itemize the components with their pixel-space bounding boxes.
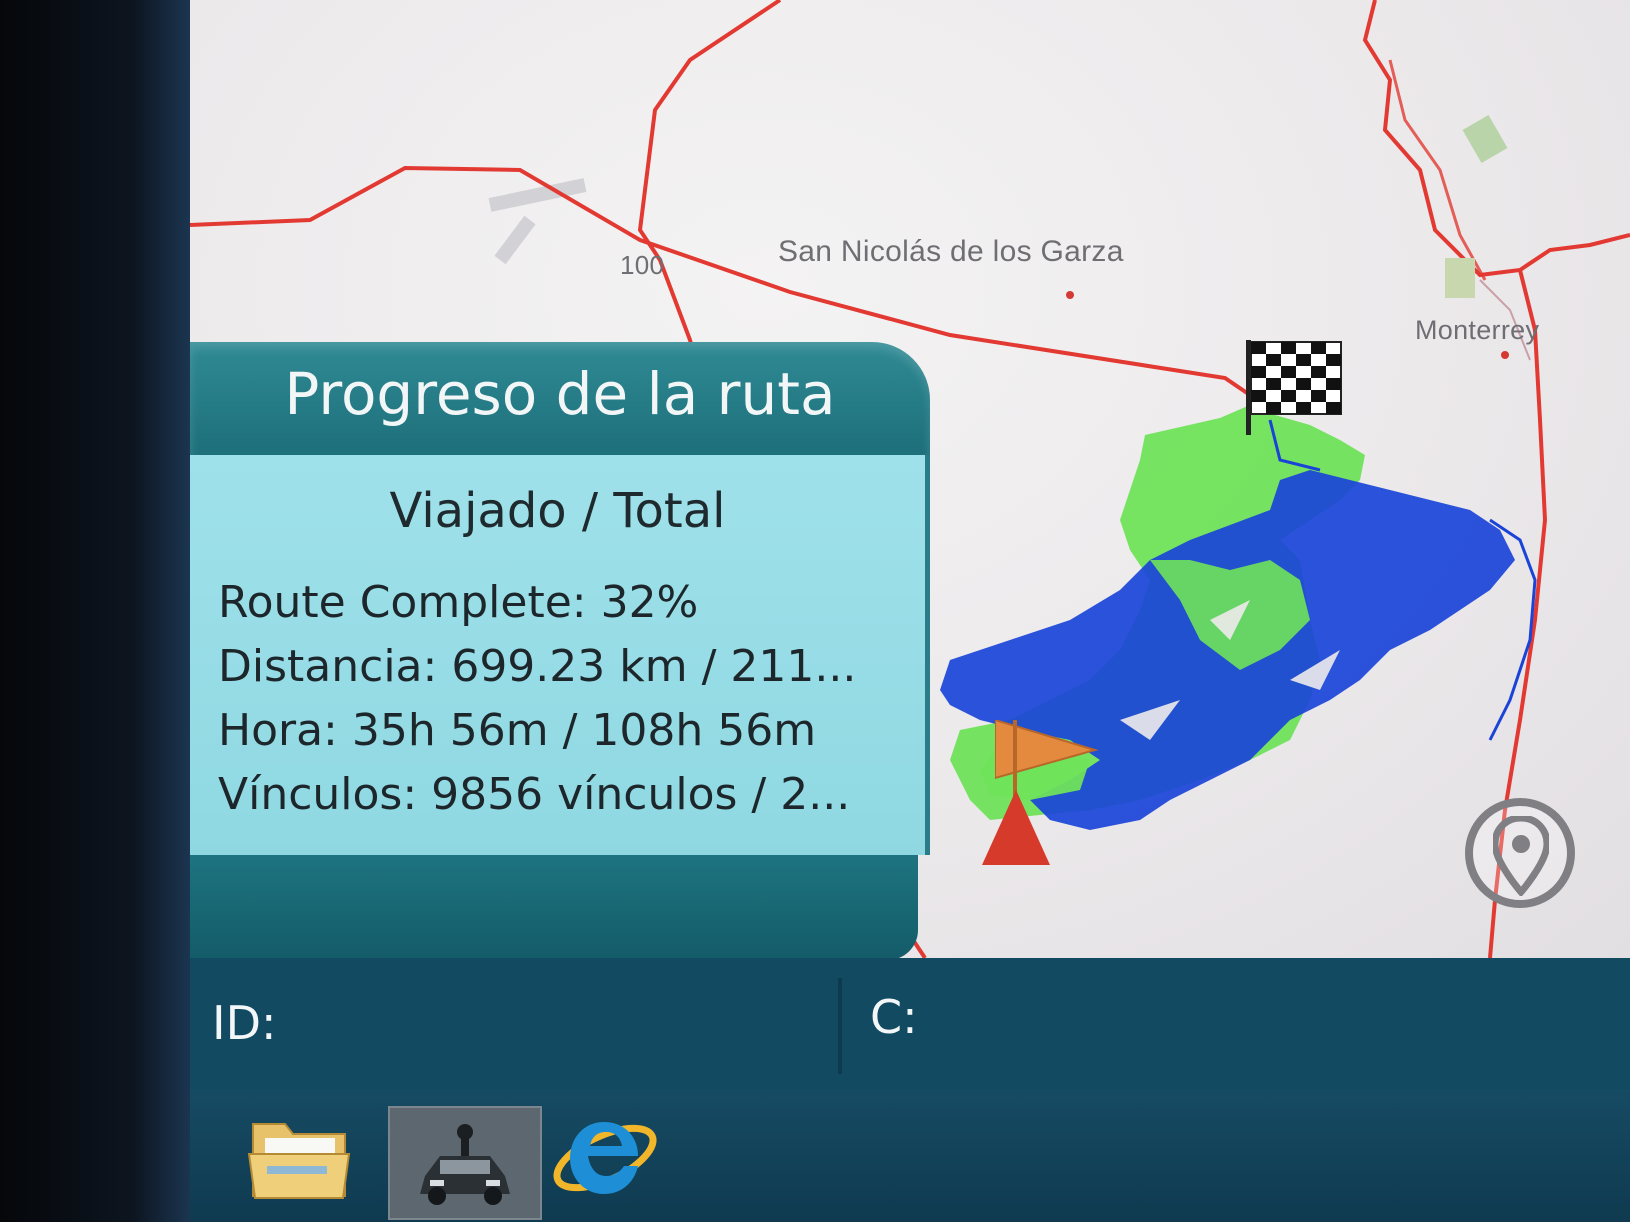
- checkered-flag-icon[interactable]: [1240, 340, 1350, 440]
- park-area: [1462, 115, 1508, 163]
- taskbar: [190, 1090, 1630, 1222]
- city-label-monterrey: Monterrey: [1415, 315, 1540, 345]
- taskbar-folder-button[interactable]: [245, 1106, 365, 1216]
- location-pin-icon: [1493, 816, 1549, 896]
- status-divider: [838, 978, 842, 1074]
- distance-stat: Distancia: 699.23 km / 211...: [218, 641, 857, 692]
- c-label: C:: [870, 990, 918, 1044]
- park-area: [1445, 258, 1475, 298]
- route-complete-stat: Route Complete: 32%: [218, 577, 699, 628]
- monitor-bezel: [0, 0, 190, 1222]
- panel-subtitle: Viajado / Total: [389, 483, 726, 539]
- city-dot: [1066, 291, 1074, 299]
- road-number-label: 100: [620, 250, 665, 280]
- taskbar-navigation-button[interactable]: [388, 1106, 542, 1220]
- vehicle-cone-icon: [982, 720, 1050, 865]
- locate-button[interactable]: [1465, 798, 1575, 908]
- internet-explorer-icon: [553, 1122, 657, 1194]
- navigation-app-icon: [420, 1124, 510, 1205]
- route-progress-panel: Progreso de la ruta Viajado / Total Rout…: [190, 342, 930, 977]
- panel-header: Progreso de la ruta: [190, 342, 930, 457]
- id-label: ID:: [212, 996, 277, 1050]
- panel-body: Viajado / Total Route Complete: 32% Dist…: [190, 455, 930, 855]
- time-stat: Hora: 35h 56m / 108h 56m: [218, 705, 817, 756]
- folder-icon: [247, 1123, 351, 1199]
- screen: 100 San Nicolás de los Garza Monterrey P…: [190, 0, 1630, 1222]
- minor-road: [488, 178, 587, 265]
- status-bar: ID: C:: [190, 958, 1630, 1078]
- links-stat: Vínculos: 9856 vínculos / 2...: [218, 769, 851, 820]
- city-dot: [1501, 351, 1509, 359]
- taskbar-browser-button[interactable]: [550, 1106, 670, 1216]
- panel-title: Progreso de la ruta: [284, 360, 836, 428]
- panel-footer: [190, 855, 918, 960]
- city-label-san-nicolas: San Nicolás de los Garza: [778, 235, 1124, 268]
- secondary-road: [1388, 59, 1487, 281]
